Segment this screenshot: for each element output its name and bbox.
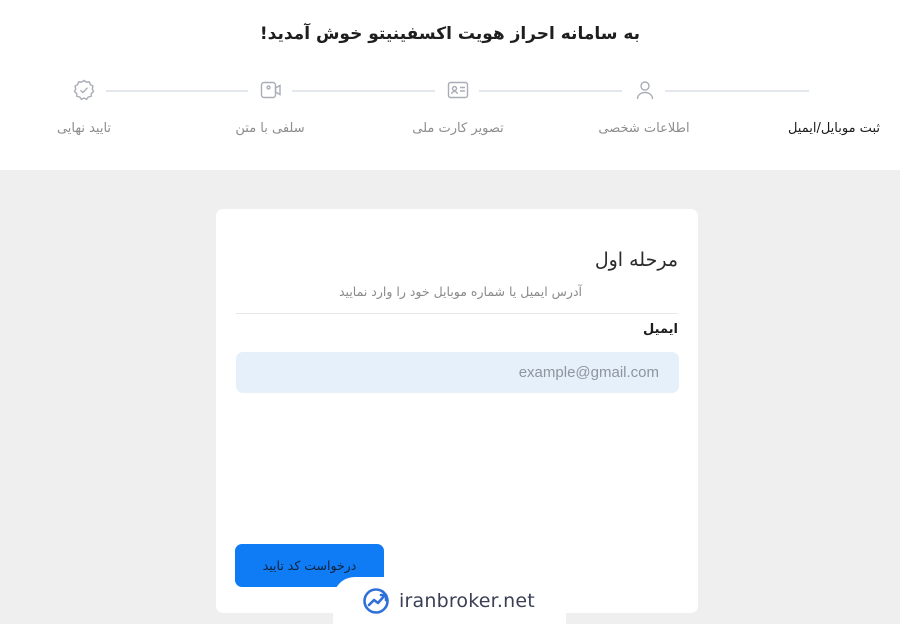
user-icon [636, 81, 654, 100]
verified-badge-icon [73, 79, 95, 101]
email-input[interactable] [236, 352, 679, 393]
step-label-mobile-email[interactable]: ثبت موبایل/ایمیل [740, 121, 880, 136]
card-subtitle: آدرس ایمیل یا شماره موبایل خود را وارد ن… [338, 284, 582, 299]
step-connector [292, 90, 435, 92]
card-title: مرحله اول [594, 249, 678, 271]
stepper-header: به سامانه احراز هویت اکسفینیتو خوش آمدید… [0, 0, 900, 170]
id-card-icon [447, 81, 469, 99]
watermark: iranbroker.net [333, 577, 566, 624]
watermark-text: iranbroker.net [399, 590, 535, 612]
step-connector [479, 90, 622, 92]
divider [236, 313, 678, 314]
step-label-selfie[interactable]: سلفی با متن [200, 121, 340, 136]
trend-chart-logo-icon [363, 588, 389, 614]
step-connector [106, 90, 248, 92]
video-camera-icon [260, 81, 281, 99]
page-title: به سامانه احراز هویت اکسفینیتو خوش آمدید… [259, 24, 641, 44]
step-connector [665, 90, 809, 92]
step-label-id-card[interactable]: تصویر کارت ملی [388, 121, 528, 136]
step-label-final-confirm[interactable]: تایید نهایی [14, 121, 154, 136]
email-label: ایمیل [643, 322, 678, 337]
step-label-personal-info[interactable]: اطلاعات شخصی [574, 121, 714, 136]
step-card: مرحله اول آدرس ایمیل یا شماره موبایل خود… [216, 209, 698, 613]
